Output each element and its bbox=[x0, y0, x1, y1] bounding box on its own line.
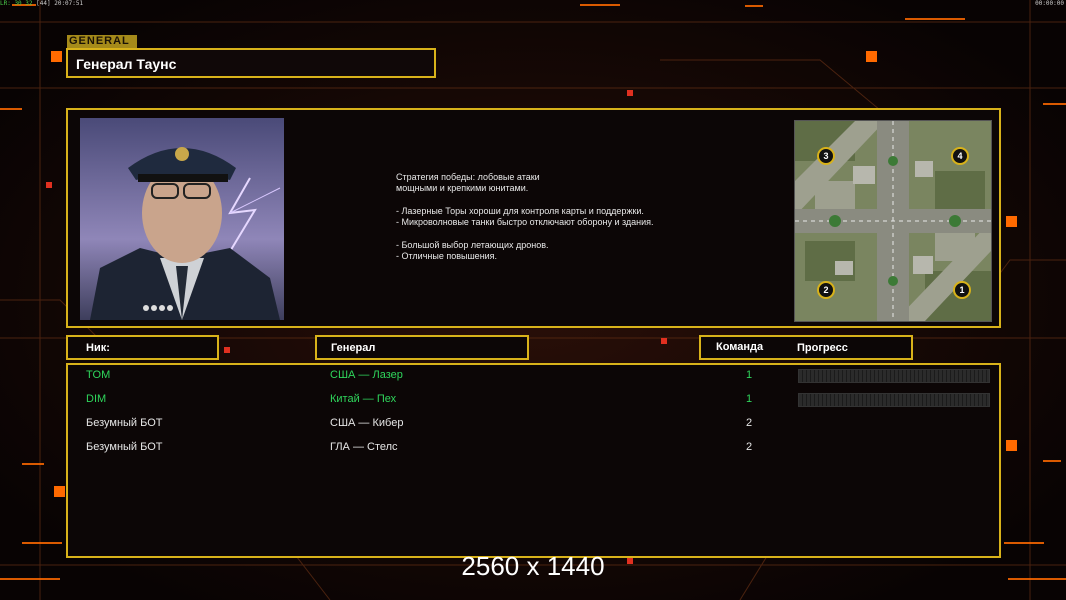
description-line: - Большой выбор летающих дронов. bbox=[396, 239, 549, 250]
player-nick: Безумный БОТ bbox=[86, 441, 163, 453]
general-description: Стратегия победы: лобовые атаки мощными … bbox=[396, 172, 654, 262]
start-position-1[interactable]: 1 bbox=[953, 281, 971, 299]
description-line: Стратегия победы: лобовые атаки bbox=[396, 172, 540, 182]
perf-stats: LR: 30 32 bbox=[0, 0, 33, 7]
player-general: США — Кибер bbox=[330, 417, 404, 429]
header-nick: Ник: bbox=[66, 335, 219, 360]
header-general-label: Генерал bbox=[331, 342, 376, 354]
start-position-4[interactable]: 4 bbox=[951, 147, 969, 165]
general-tag: GENERAL bbox=[67, 35, 137, 48]
player-team: 1 bbox=[745, 393, 753, 405]
header-team-progress: Команда Прогресс bbox=[699, 335, 913, 360]
description-line: - Отличные повышения. bbox=[396, 251, 498, 262]
start-position-2[interactable]: 2 bbox=[817, 281, 835, 299]
player-general: США — Лазер bbox=[330, 369, 403, 381]
header-nick-label: Ник: bbox=[86, 342, 110, 354]
player-progress-bar bbox=[798, 369, 990, 383]
description-line: - Микроволновые танки быстро отключают о… bbox=[396, 217, 654, 228]
player-row[interactable]: Безумный БОТ США — Кибер 2 bbox=[68, 414, 999, 434]
player-general: ГЛА — Стелс bbox=[330, 441, 398, 453]
perf-overlay: LR: 30 32 [44] 20:07:51 bbox=[0, 0, 83, 7]
player-nick: Безумный БОТ bbox=[86, 417, 163, 429]
player-nick: TOM bbox=[86, 369, 111, 381]
description-line bbox=[396, 195, 654, 206]
player-general: Китай — Пех bbox=[330, 393, 397, 405]
clock-right: 00:00:00 bbox=[1035, 0, 1064, 7]
player-team: 2 bbox=[745, 417, 753, 429]
header-general: Генерал bbox=[315, 335, 529, 360]
player-team: 2 bbox=[745, 441, 753, 453]
start-position-3[interactable]: 3 bbox=[817, 147, 835, 165]
header-progress-label: Прогресс bbox=[797, 342, 848, 354]
player-team: 1 bbox=[745, 369, 753, 381]
player-row[interactable]: Безумный БОТ ГЛА — Стелс 2 bbox=[68, 438, 999, 458]
general-portrait bbox=[80, 118, 284, 320]
players-table: TOM США — Лазер 1 DIM Китай — Пех 1 Безу… bbox=[66, 363, 1001, 558]
general-name-box: Генерал Таунс bbox=[66, 48, 436, 78]
description-line bbox=[396, 228, 654, 239]
player-nick: DIM bbox=[86, 393, 107, 405]
description-line: - Лазерные Торы хороши для контроля карт… bbox=[396, 205, 644, 216]
player-progress-bar bbox=[798, 393, 990, 407]
resolution-label: 2560 x 1440 bbox=[461, 551, 605, 581]
map-preview[interactable]: 3 4 2 1 bbox=[794, 120, 992, 322]
description-line: мощными и крепкими юнитами. bbox=[396, 183, 529, 194]
player-row[interactable]: DIM Китай — Пех 1 bbox=[68, 390, 999, 410]
player-row[interactable]: TOM США — Лазер 1 bbox=[68, 366, 999, 386]
clock-left: 20:07:51 bbox=[54, 0, 84, 7]
general-name: Генерал Таунс bbox=[76, 56, 177, 72]
header-team-label: Команда bbox=[716, 341, 764, 353]
perf-extra: [44] bbox=[36, 0, 51, 7]
